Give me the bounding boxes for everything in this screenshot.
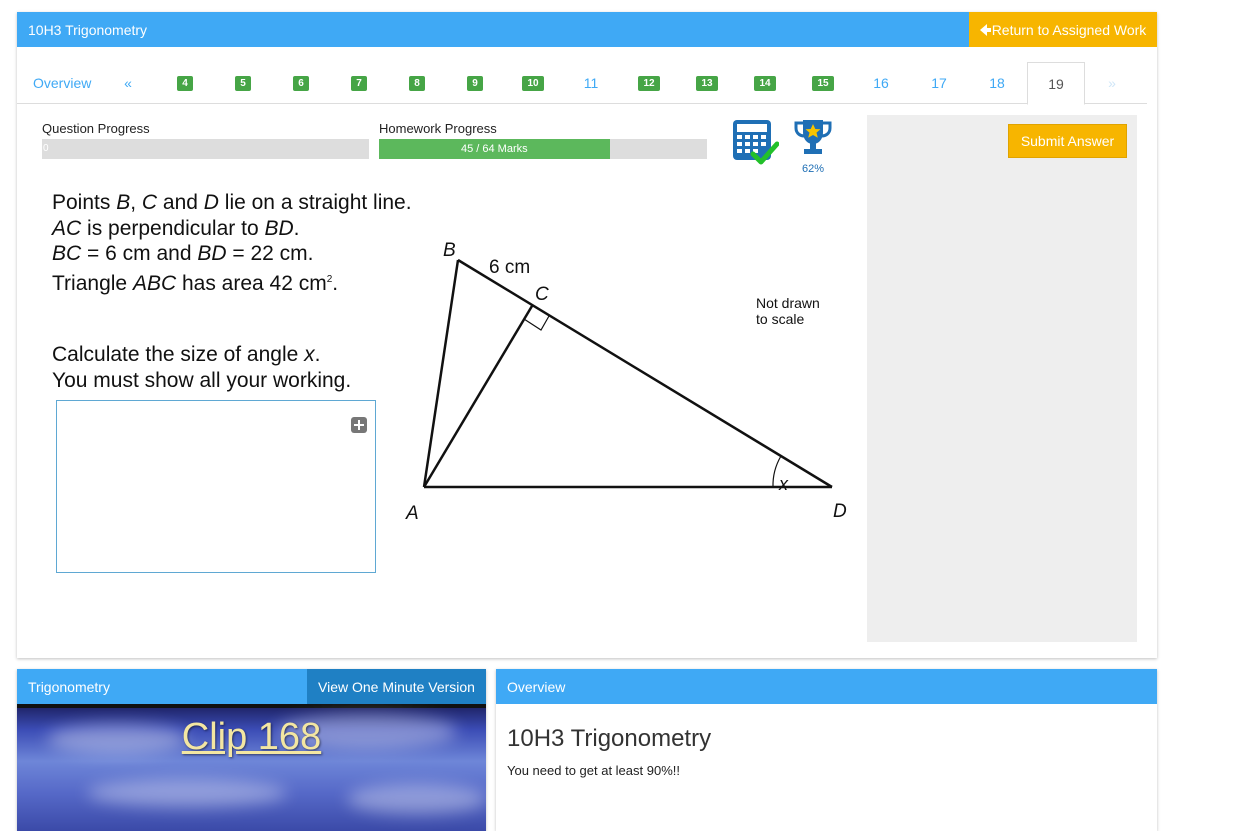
tab-label: 18 <box>989 75 1005 91</box>
tab-question-14[interactable]: 14 <box>736 62 794 104</box>
cloud <box>87 779 287 807</box>
video-panel: Trigonometry View One Minute Version Cli… <box>17 669 486 831</box>
tab-question-12[interactable]: 12 <box>620 62 678 104</box>
video-thumbnail[interactable]: Clip 168 <box>17 704 486 831</box>
tab-question-13[interactable]: 13 <box>678 62 736 104</box>
label-A: A <box>405 503 419 524</box>
tab-question-16[interactable]: 16 <box>852 62 910 104</box>
label-D: D <box>833 501 847 522</box>
question-instructions: Calculate the size of angle x. You must … <box>52 342 351 393</box>
tab-question-15[interactable]: 15 <box>794 62 852 104</box>
tab-question-7[interactable]: 7 <box>330 62 388 104</box>
line-AC <box>422 305 534 488</box>
trophy-widget[interactable]: 62% <box>792 118 834 180</box>
tab-question-11[interactable]: 11 <box>562 62 620 104</box>
tab-label: 19 <box>1048 75 1064 92</box>
overview-panel-header: Overview <box>496 669 1157 704</box>
note-line-1: Not drawn <box>756 295 820 311</box>
overview-title: 10H3 Trigonometry <box>507 725 712 752</box>
video-panel-header: Trigonometry View One Minute Version <box>17 669 486 704</box>
tab-question-4[interactable]: 4 <box>156 62 214 104</box>
question-text: Points B, C and D lie on a straight line… <box>52 190 412 296</box>
tab-label: 10 <box>522 75 544 91</box>
tab-next[interactable]: » <box>1083 62 1141 104</box>
question-tabs: Overview « 4 5 6 7 8 9 10 11 12 13 14 15 16 17 18 19 » <box>17 62 1147 105</box>
submit-answer-button[interactable]: Submit Answer <box>1008 124 1127 158</box>
tab-label: 5 <box>235 75 251 91</box>
tab-label: 6 <box>293 75 309 91</box>
tab-label: 14 <box>754 75 776 91</box>
tab-question-19[interactable]: 19 <box>1027 62 1085 105</box>
question-line-2: AC is perpendicular to BD. <box>52 216 300 240</box>
overview-panel: Overview 10H3 Trigonometry You need to g… <box>496 669 1157 831</box>
label-x: x <box>778 474 789 494</box>
page-title: 10H3 Trigonometry <box>28 22 148 38</box>
tab-label: » <box>1108 75 1116 91</box>
calculator-check-icon[interactable] <box>731 118 780 166</box>
label-C: C <box>535 284 549 305</box>
overview-panel-header-label: Overview <box>507 679 566 695</box>
instruction-line-1: Calculate the size of angle x. <box>52 343 321 366</box>
question-line-1: Points B, C and D lie on a straight line… <box>52 191 412 214</box>
tab-label: 11 <box>583 75 599 91</box>
line-AB <box>422 259 460 488</box>
label-B: B <box>443 240 456 261</box>
homework-progress-fill: 45 / 64 Marks <box>379 139 610 159</box>
question-line-4: Triangle ABC has area 42 cm2. <box>52 271 339 295</box>
question-progress-label: Question Progress <box>42 121 150 136</box>
return-to-assigned-work-button[interactable]: Return to Assigned Work <box>969 12 1157 47</box>
overview-text: You need to get at least 90%!! <box>507 763 680 778</box>
answer-input[interactable] <box>56 400 376 573</box>
cloud <box>347 784 486 814</box>
question-progress-bar: 0 <box>42 139 369 159</box>
tab-label: 7 <box>351 75 367 91</box>
note-line-2: to scale <box>756 311 804 327</box>
tab-label: 9 <box>467 75 483 91</box>
tab-question-18[interactable]: 18 <box>968 62 1026 104</box>
video-top-strip <box>17 704 486 708</box>
tab-question-10[interactable]: 10 <box>504 62 562 104</box>
trophy-icon <box>794 120 832 154</box>
homework-progress-text: 45 / 64 Marks <box>460 143 528 155</box>
tab-question-9[interactable]: 9 <box>446 62 504 104</box>
plus-icon[interactable] <box>351 417 367 433</box>
tab-label: 15 <box>812 75 834 91</box>
tab-overview[interactable]: Overview <box>33 62 93 104</box>
view-one-minute-version-button[interactable]: View One Minute Version <box>307 669 486 704</box>
tab-question-5[interactable]: 5 <box>214 62 272 104</box>
homework-progress-bar: 45 / 64 Marks <box>379 139 707 159</box>
video-panel-title: Trigonometry <box>28 679 110 695</box>
question-line-3: BC = 6 cm and BD = 22 cm. <box>52 242 314 265</box>
return-label: Return to Assigned Work <box>991 21 1147 38</box>
tab-question-6[interactable]: 6 <box>272 62 330 104</box>
tab-label: 16 <box>873 75 889 91</box>
label-BC-length: 6 cm <box>489 257 530 278</box>
tab-question-17[interactable]: 17 <box>910 62 968 104</box>
question-panel: 10H3 Trigonometry Return to Assigned Wor… <box>17 12 1157 658</box>
right-angle-mark <box>523 315 550 331</box>
triangle-diagram: B 6 cm C A D x Not drawn to scale <box>397 232 867 537</box>
tab-question-8[interactable]: 8 <box>388 62 446 104</box>
trophy-percent: 62% <box>801 163 825 175</box>
tab-label: Overview <box>33 75 92 91</box>
top-bar: 10H3 Trigonometry Return to Assigned Wor… <box>17 12 1157 47</box>
question-progress-value: 0 <box>43 143 49 154</box>
tab-prev[interactable]: « <box>99 62 157 104</box>
tab-label: 4 <box>177 75 193 91</box>
instruction-line-2: You must show all your working. <box>52 368 352 392</box>
tab-label: 8 <box>409 75 425 91</box>
tab-label: « <box>124 75 132 91</box>
tab-label: 12 <box>638 75 660 91</box>
answer-sidebar: Submit Answer <box>867 115 1137 642</box>
homework-progress-label: Homework Progress <box>379 121 497 136</box>
arrow-left-icon <box>979 23 991 36</box>
tab-label: 17 <box>931 75 947 91</box>
clip-link[interactable]: Clip 168 <box>17 716 486 759</box>
tab-label: 13 <box>696 75 718 91</box>
